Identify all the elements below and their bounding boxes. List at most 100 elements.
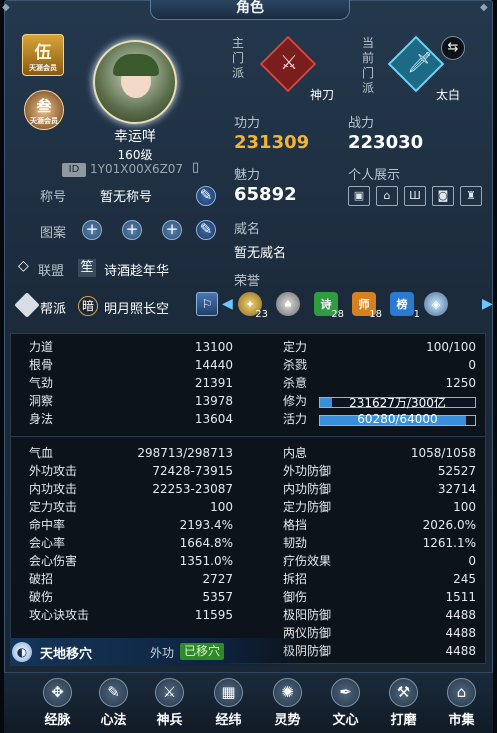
honor-crystal-icon[interactable]: ◈ bbox=[424, 292, 448, 316]
stat-row: 力道 13100 bbox=[29, 338, 233, 356]
grid-icon: ▦ bbox=[214, 678, 243, 707]
honor-prev-arrow-icon[interactable]: ◀ bbox=[222, 296, 233, 312]
nav-label: 文心 bbox=[332, 713, 359, 728]
meili-label: 魅力 bbox=[234, 168, 261, 183]
huoli-label: 活力 bbox=[283, 412, 308, 426]
hammer-icon: ⚒ bbox=[389, 678, 418, 707]
stat-label: 气血 bbox=[29, 446, 54, 460]
close-icon[interactable]: ◆ bbox=[2, 2, 14, 14]
honor-count-3: 28 bbox=[331, 309, 344, 320]
honor-poem-icon[interactable]: 诗 28 bbox=[314, 292, 344, 320]
honor-wing-icon[interactable]: ✦ 23 bbox=[238, 292, 268, 320]
stat-value: 2727 bbox=[202, 572, 233, 586]
showcase-building-icon[interactable]: Ш bbox=[404, 186, 426, 206]
stat-label: 杀戮 bbox=[283, 358, 308, 372]
stat-row: 外功防御 52527 bbox=[283, 462, 476, 480]
dots-icon: ✥ bbox=[43, 678, 72, 707]
showcase-house-icon[interactable]: ⌂ bbox=[376, 186, 398, 206]
alliance-name[interactable]: 诗酒趁年华 bbox=[104, 260, 169, 279]
stat-label: 破招 bbox=[29, 572, 54, 586]
vip-rank-badge[interactable]: 伍 天涯会员 bbox=[22, 34, 64, 76]
nav-jingmai-button[interactable]: ✥ 经脉 bbox=[30, 673, 85, 733]
stat-value: 1058/1058 bbox=[410, 446, 476, 460]
weapon-icon: ⚔ bbox=[155, 678, 184, 707]
nav-label: 神兵 bbox=[156, 713, 183, 728]
swirl-icon: ✺ bbox=[273, 678, 302, 707]
stat-value: 11595 bbox=[194, 608, 233, 622]
gang-name[interactable]: 明月照长空 bbox=[104, 298, 169, 317]
honor-next-arrow-icon[interactable]: ▶ bbox=[482, 296, 493, 312]
stat-value: 2026.0% bbox=[422, 518, 476, 532]
stat-row: 韧劲 1261.1% bbox=[283, 534, 476, 552]
current-sect-name: 太白 bbox=[436, 88, 461, 102]
nav-label: 心法 bbox=[100, 713, 127, 728]
add-pattern-button-3[interactable]: + bbox=[162, 220, 182, 240]
stat-row: 内息 1058/1058 bbox=[283, 444, 476, 462]
nav-xinfa-button[interactable]: ✎ 心法 bbox=[86, 673, 141, 733]
nav-label: 市集 bbox=[448, 713, 475, 728]
honor-rank-text: 榜 bbox=[396, 298, 408, 311]
xiuwei-label: 修为 bbox=[283, 394, 308, 408]
stat-value: 1250 bbox=[445, 376, 476, 390]
stat-row: 攻心诀攻击 11595 bbox=[29, 606, 233, 624]
stat-row: 疗伤效果 0 bbox=[283, 552, 476, 570]
honor-hat-icon[interactable]: ♠ bbox=[276, 292, 300, 316]
gang-shield-icon[interactable]: ⚐ bbox=[196, 292, 218, 316]
nav-damo-button[interactable]: ⚒ 打磨 bbox=[376, 673, 431, 733]
honor-count-1: 23 bbox=[255, 309, 268, 320]
character-level: 160级 bbox=[117, 148, 153, 162]
stat-row: 命中率 2193.4% bbox=[29, 516, 233, 534]
secondary-badge-text: 叁 bbox=[36, 96, 52, 115]
stat-value: 32714 bbox=[437, 482, 476, 496]
stat-row: 气血 298713/298713 bbox=[29, 444, 233, 462]
stat-label: 定力 bbox=[283, 340, 308, 354]
avatar[interactable] bbox=[93, 40, 177, 124]
stat-label: 命中率 bbox=[29, 518, 66, 532]
honor-rank-icon[interactable]: 榜1 bbox=[390, 292, 420, 320]
copy-icon[interactable]: ▯ bbox=[192, 160, 199, 175]
stat-value: 100 bbox=[210, 500, 233, 514]
stat-label: 力道 bbox=[29, 340, 54, 354]
nav-lingshi-button[interactable]: ✺ 灵势 bbox=[260, 673, 315, 733]
add-pattern-button-1[interactable]: + bbox=[82, 220, 102, 240]
stat-label: 定力防御 bbox=[283, 500, 332, 514]
stat-value: 1664.8% bbox=[179, 536, 233, 550]
book-icon: ✎ bbox=[99, 678, 128, 707]
switch-sect-button[interactable]: ⇆ bbox=[441, 36, 465, 60]
stat-label: 会心伤害 bbox=[29, 554, 78, 568]
nav-shiji-button[interactable]: ⌂ 市集 bbox=[434, 673, 489, 733]
gang-label: 帮派 bbox=[40, 302, 67, 317]
stat-row: 御伤 1511 bbox=[283, 588, 476, 606]
nav-jingwei-button[interactable]: ▦ 经纬 bbox=[201, 673, 256, 733]
stat-label: 根骨 bbox=[29, 358, 54, 372]
honor-master-icon[interactable]: 师 18 bbox=[352, 292, 382, 320]
skill-bar[interactable]: ◐ 天地移穴 外功 已移穴 bbox=[10, 638, 300, 666]
nav-wenxin-button[interactable]: ✒ 文心 bbox=[318, 673, 373, 733]
stat-row: 破招 2727 bbox=[29, 570, 233, 588]
stat-label: 攻心诀攻击 bbox=[29, 608, 90, 622]
add-pattern-button-2[interactable]: + bbox=[122, 220, 142, 240]
showcase-figure-icon[interactable]: ♜ bbox=[460, 186, 482, 206]
showcase-scroll-icon[interactable]: ◙ bbox=[432, 186, 454, 206]
secondary-badge[interactable]: 叁 天涯会员 bbox=[24, 90, 64, 130]
stat-value: 13100 bbox=[194, 340, 233, 354]
shop-icon: ⌂ bbox=[447, 678, 476, 707]
edit-title-button[interactable]: ✎ bbox=[196, 186, 216, 206]
edit-pattern-button[interactable]: ✎ bbox=[196, 220, 216, 240]
stat-value: 0 bbox=[468, 554, 476, 568]
showcase-card-icon[interactable]: ▣ bbox=[348, 186, 370, 206]
stat-row: 外功攻击 72428-73915 bbox=[29, 462, 233, 480]
honor-count-4: 18 bbox=[369, 309, 382, 320]
skill-swirl-icon: ◐ bbox=[12, 642, 32, 662]
stat-value: 298713/298713 bbox=[137, 446, 233, 460]
corner-icon: ◆ bbox=[480, 2, 488, 13]
zhanli-value: 223030 bbox=[348, 132, 424, 153]
stat-label: 破伤 bbox=[29, 590, 54, 604]
nav-shenbing-button[interactable]: ⚔ 神兵 bbox=[142, 673, 197, 733]
stat-row: 内功防御 32714 bbox=[283, 480, 476, 498]
stat-label: 韧劲 bbox=[283, 536, 308, 550]
stat-label: 御伤 bbox=[283, 590, 308, 604]
stat-row: 内功攻击 22253-23087 bbox=[29, 480, 233, 498]
stat-label: 气劲 bbox=[29, 376, 54, 390]
huoli-bar: 60280/64000 bbox=[319, 412, 476, 426]
